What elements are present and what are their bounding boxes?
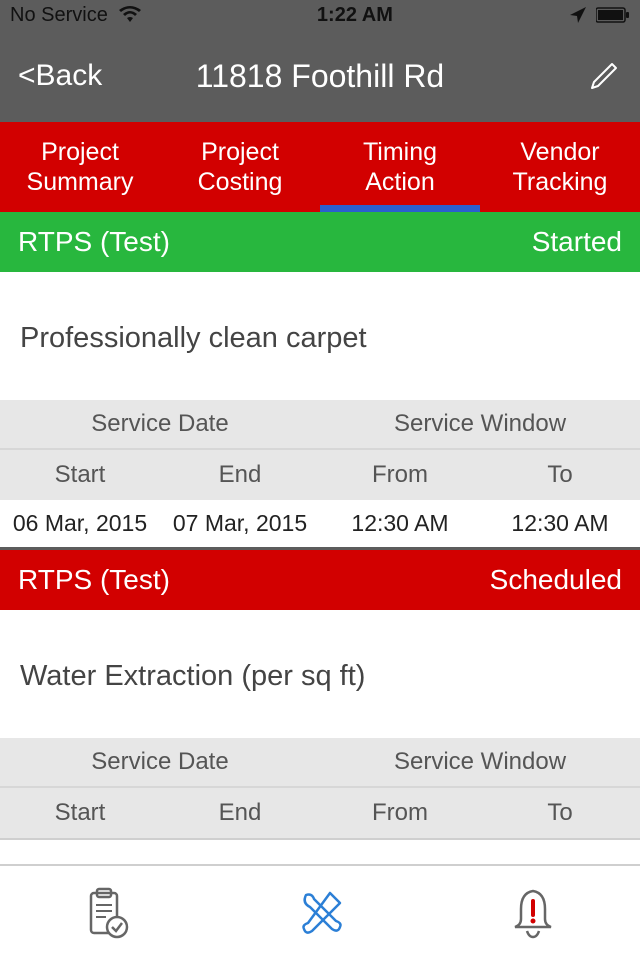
col-end: End	[160, 788, 320, 838]
status-bar: No Service 1:22 AM	[0, 0, 640, 30]
col-from: From	[320, 450, 480, 500]
nav-bar: <Back 11818 Foothill Rd	[0, 30, 640, 122]
cell-from: 12:30 AM	[320, 500, 480, 547]
col-to: To	[480, 788, 640, 838]
col-from: From	[320, 788, 480, 838]
section-header-started: RTPS (Test) Started	[0, 212, 640, 272]
alert-icon[interactable]	[498, 878, 568, 948]
cell-end: 07 Mar, 2015	[160, 500, 320, 547]
task-block: Professionally clean carpet Service Date…	[0, 272, 640, 550]
col-service-window: Service Window	[320, 738, 640, 786]
tab-project-summary[interactable]: ProjectSummary	[0, 122, 160, 212]
task-title: Professionally clean carpet	[0, 272, 640, 400]
vendor-name: RTPS (Test)	[18, 564, 170, 596]
tab-bar: ProjectSummary ProjectCosting TimingActi…	[0, 122, 640, 212]
table-data-row: 06 Mar, 2015 07 Mar, 2015 12:30 AM 12:30…	[0, 500, 640, 550]
status-badge: Scheduled	[490, 564, 622, 596]
wifi-icon	[118, 6, 142, 24]
carrier-text: No Service	[10, 4, 108, 27]
col-service-window: Service Window	[320, 400, 640, 448]
tab-timing-action[interactable]: TimingAction	[320, 122, 480, 212]
tools-icon[interactable]	[285, 878, 355, 948]
divider	[0, 838, 640, 840]
col-start: Start	[0, 450, 160, 500]
tab-vendor-tracking[interactable]: VendorTracking	[480, 122, 640, 212]
table-header-row-2: Start End From To	[0, 450, 640, 500]
col-to: To	[480, 450, 640, 500]
clipboard-icon[interactable]	[72, 878, 142, 948]
location-icon	[568, 5, 588, 25]
cell-to: 12:30 AM	[480, 500, 640, 547]
table-header-row-2: Start End From To	[0, 788, 640, 838]
table-header-row-1: Service Date Service Window	[0, 738, 640, 788]
back-button[interactable]: <Back	[18, 59, 102, 93]
task-title: Water Extraction (per sq ft)	[0, 610, 640, 738]
tab-project-costing[interactable]: ProjectCosting	[160, 122, 320, 212]
task-block: Water Extraction (per sq ft) Service Dat…	[0, 610, 640, 840]
bottom-toolbar	[0, 864, 640, 960]
col-service-date: Service Date	[0, 738, 320, 786]
table-header-row-1: Service Date Service Window	[0, 400, 640, 450]
status-badge: Started	[532, 226, 622, 258]
col-start: Start	[0, 788, 160, 838]
battery-icon	[596, 7, 630, 23]
cell-start: 06 Mar, 2015	[0, 500, 160, 547]
col-end: End	[160, 450, 320, 500]
clock-text: 1:22 AM	[317, 4, 393, 27]
edit-icon[interactable]	[586, 58, 622, 94]
active-tab-indicator	[320, 205, 480, 212]
col-service-date: Service Date	[0, 400, 320, 448]
vendor-name: RTPS (Test)	[18, 226, 170, 258]
section-header-scheduled: RTPS (Test) Scheduled	[0, 550, 640, 610]
